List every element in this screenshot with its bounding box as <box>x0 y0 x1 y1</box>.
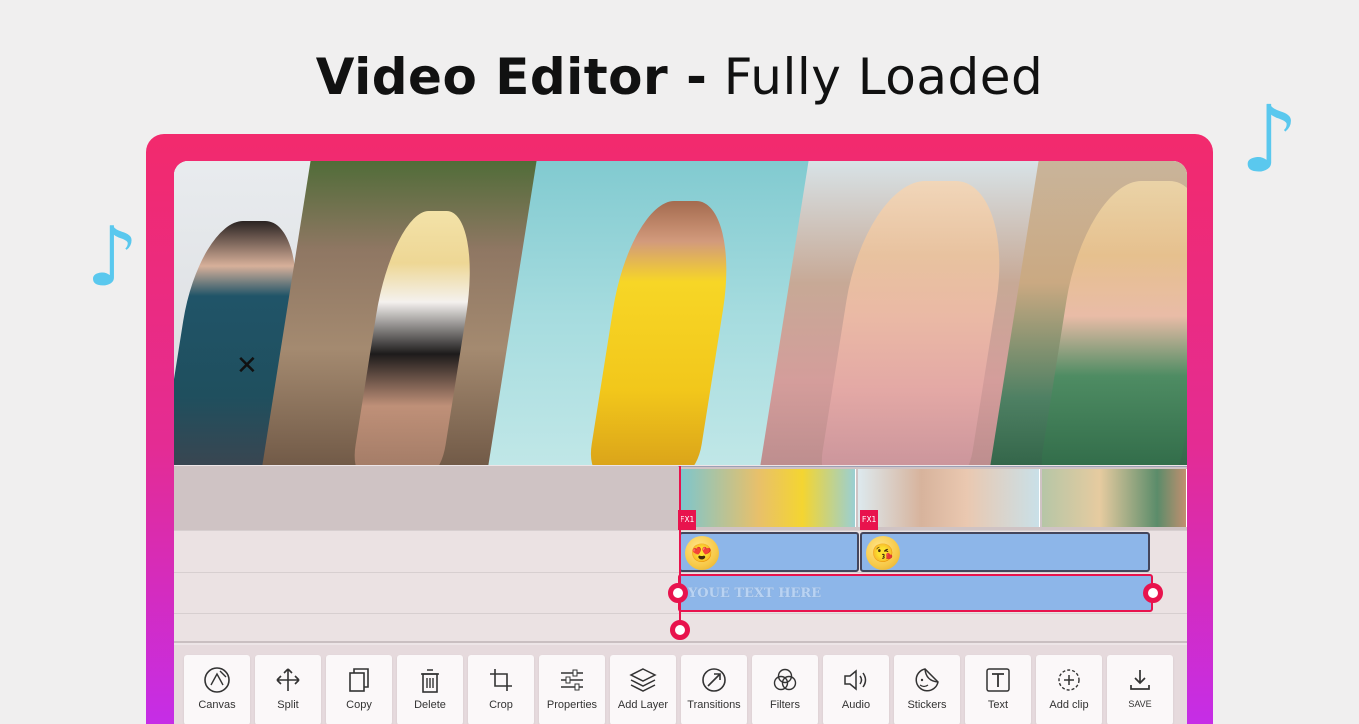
properties-icon <box>561 669 583 691</box>
tool-label: Stickers <box>907 699 947 711</box>
canvas-button[interactable]: Canvas <box>184 655 250 724</box>
tool-label: Filters <box>770 699 800 711</box>
text-icon <box>986 668 1010 692</box>
delete-icon <box>421 669 439 693</box>
tool-label: Properties <box>546 699 598 711</box>
canvas-icon <box>204 667 230 693</box>
playhead-handle[interactable] <box>670 620 690 640</box>
add-layer-icon <box>629 668 657 692</box>
stickers-icon <box>915 668 939 692</box>
transition-tag[interactable]: FX1 <box>860 510 878 530</box>
tool-label: Copy <box>346 699 372 711</box>
filters-button[interactable]: Filters <box>752 655 818 724</box>
text-button[interactable]: Text <box>965 655 1031 724</box>
sticker-clip[interactable]: 😍 <box>679 532 859 572</box>
tool-label: Add Layer <box>617 699 669 711</box>
photo-subject <box>817 181 1016 465</box>
trim-handle-right[interactable] <box>1143 583 1163 603</box>
tool-label: Text <box>987 699 1009 711</box>
tool-label: Delete <box>414 699 446 711</box>
sticker-emoji: 😘 <box>866 536 900 570</box>
photo-subject <box>1037 181 1187 465</box>
save-button[interactable]: SAVE <box>1107 655 1173 724</box>
photo-subject <box>587 201 741 465</box>
add-clip-button[interactable]: Add clip <box>1036 655 1102 724</box>
page-title: Video Editor - Fully Loaded <box>0 48 1359 106</box>
trim-handle-left[interactable] <box>668 583 688 603</box>
tool-label: Canvas <box>198 699 236 711</box>
copy-icon <box>349 668 369 692</box>
remove-icon[interactable]: ✕ <box>236 351 258 381</box>
editor-toolbar: Canvas Split Copy Delete Crop Properties… <box>174 645 1187 724</box>
video-clip-thumbnail[interactable] <box>858 469 1040 527</box>
video-clip-thumbnail[interactable] <box>680 469 856 527</box>
crop-button[interactable]: Crop <box>468 655 534 724</box>
tool-label: Transitions <box>687 699 741 711</box>
sticker-clip[interactable]: 😘 <box>860 532 1150 572</box>
stickers-button[interactable]: Stickers <box>894 655 960 724</box>
audio-button[interactable]: Audio <box>823 655 889 724</box>
tool-label: Crop <box>489 699 513 711</box>
video-clips <box>680 469 1187 527</box>
tool-label: Audio <box>841 699 871 711</box>
text-clip[interactable]: YOUE TEXT HERE <box>678 574 1153 612</box>
add-clip-icon <box>1058 669 1080 691</box>
copy-button[interactable]: Copy <box>326 655 392 724</box>
split-icon <box>276 668 300 691</box>
tool-label: Split <box>277 699 299 711</box>
video-clip-thumbnail[interactable] <box>1042 469 1187 527</box>
title-bold: Video Editor - <box>315 48 708 106</box>
playhead[interactable] <box>679 466 681 631</box>
music-note-icon: ♪ <box>86 210 139 305</box>
properties-button[interactable]: Properties <box>539 655 605 724</box>
sticker-emoji: 😍 <box>685 536 719 570</box>
crop-icon <box>490 669 512 691</box>
music-note-icon: ♪ <box>1240 86 1299 193</box>
editor-screen: ✕ FX1 FX1 😍 😘 YOUE TEXT HERE Canvas Spli… <box>174 161 1187 724</box>
add-layer-button[interactable]: Add Layer <box>610 655 676 724</box>
title-light: Fully Loaded <box>723 48 1044 106</box>
transitions-icon <box>702 668 726 692</box>
transitions-button[interactable]: Transitions <box>681 655 747 724</box>
tool-label: Add clip <box>1049 699 1089 711</box>
split-button[interactable]: Split <box>255 655 321 724</box>
photo-subject <box>351 211 483 465</box>
delete-button[interactable]: Delete <box>397 655 463 724</box>
save-icon <box>1130 670 1150 690</box>
tool-label: SAVE <box>1128 699 1152 709</box>
video-preview[interactable]: ✕ <box>174 161 1187 465</box>
audio-icon <box>844 669 867 691</box>
filters-icon <box>773 668 797 691</box>
